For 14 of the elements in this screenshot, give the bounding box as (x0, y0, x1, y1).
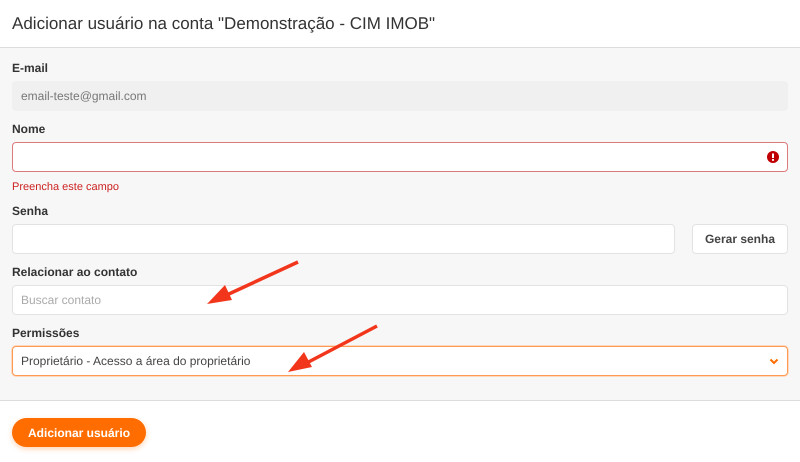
permissions-dropdown[interactable]: Proprietário - Acesso a área do proprietário (12, 346, 788, 376)
field-label: Senha (12, 204, 50, 218)
field-label: Relacionar ao contato (12, 265, 138, 279)
dialog-title: Adicionar usuário na conta "Demonstração - CIM IMOB" (12, 14, 436, 34)
chevron-down-icon (769, 358, 779, 364)
warning-icon (767, 151, 779, 163)
email-field: email-teste@gmail.com (12, 81, 788, 111)
field-label: Permissões (12, 326, 80, 340)
field-label: E-mail (12, 61, 50, 75)
error-message: Preencha este campo (12, 181, 120, 193)
generate-password-button[interactable]: Gerar senha (692, 224, 788, 254)
field-label: Nome (12, 122, 46, 136)
password-field[interactable] (12, 224, 675, 254)
input-field[interactable] (12, 142, 788, 172)
